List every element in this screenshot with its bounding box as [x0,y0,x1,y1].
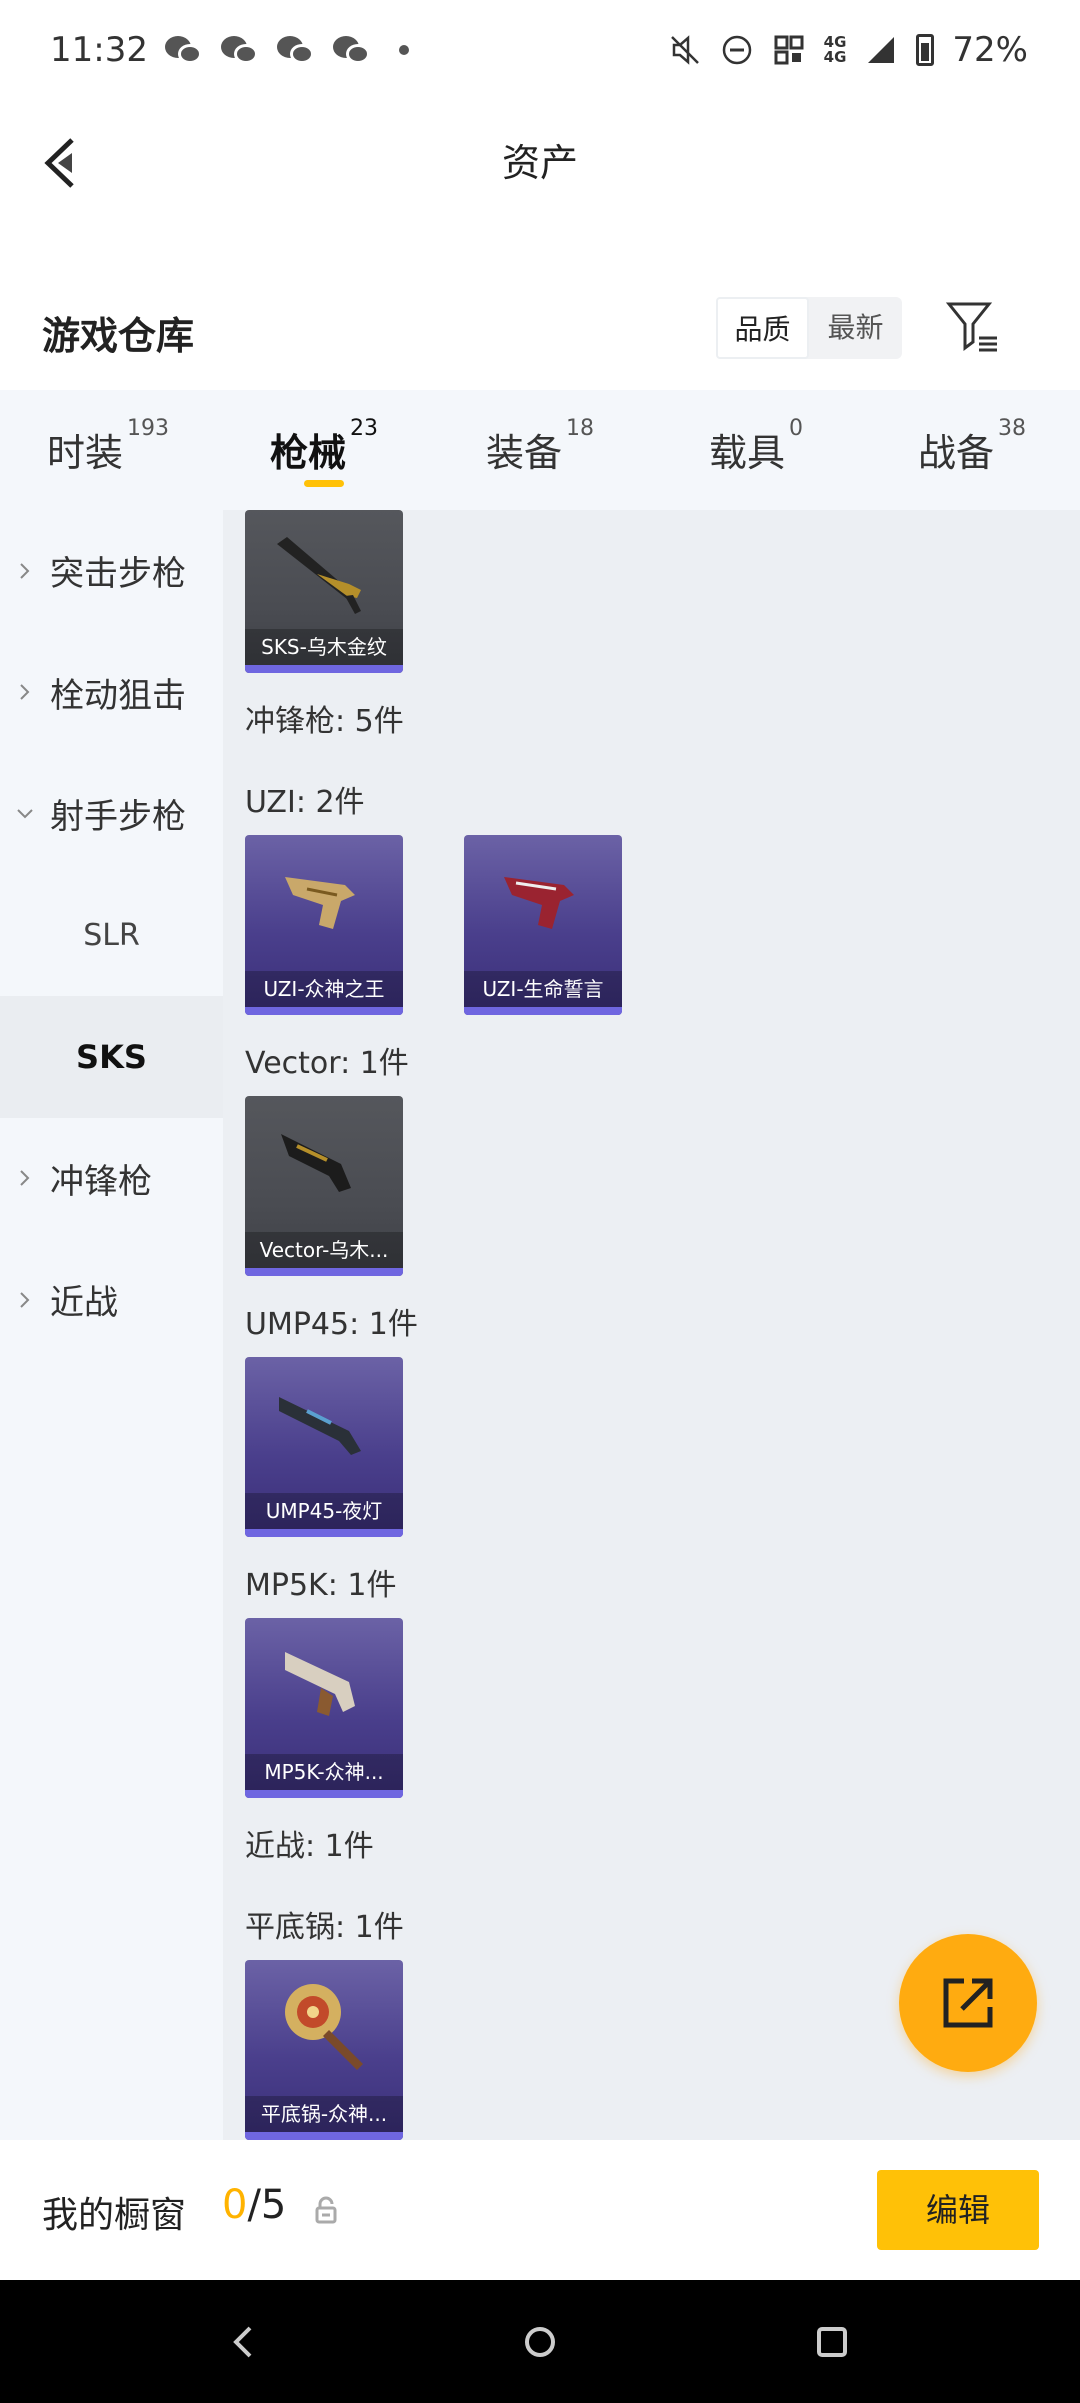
chevron-down-icon [0,805,50,823]
dnd-icon [722,35,751,65]
pan-icon [285,1984,363,2070]
chevron-right-icon [0,1291,50,1309]
edit-button[interactable]: 编辑 [877,2170,1039,2250]
showcase-label: 我的橱窗 [42,2195,187,2236]
more-notifications-icon [399,45,409,55]
tab-vehicles[interactable]: 载具0 [648,390,864,510]
active-tab-indicator [304,480,344,487]
network-type: 4G 4G [823,33,847,66]
nav-back-icon[interactable] [222,2320,266,2364]
chevron-right-icon [0,683,50,701]
weapon-card[interactable]: UMP45-夜灯 [245,1357,403,1537]
smg-icon [281,1134,351,1192]
wechat-icon [165,34,203,66]
rarity-bar [245,665,403,673]
status-time: 11:32 [50,30,148,70]
weapon-card-name: UZI-众神之王 [245,971,403,1007]
category-tabs: 时装193 枪械23 装备18 载具0 战备38 [0,390,1080,510]
group-header-smg: 冲锋枪: 5件 [245,704,404,739]
rarity-bar [245,1790,403,1798]
group-header-ump45: UMP45: 1件 [245,1307,418,1342]
wechat-icon [277,34,315,66]
group-header-uzi: UZI: 2件 [245,785,365,820]
share-button[interactable] [899,1934,1037,2072]
rarity-bar [245,1268,403,1276]
weapon-category-sidebar: 突击步枪 栓动狙击 射手步枪 SLR SKS 冲锋枪 近战 [0,510,223,2140]
pistol-icon [285,877,355,929]
weapon-card[interactable]: UZI-生命誓言 [464,835,622,1015]
rarity-bar [464,1007,622,1015]
showcase-bar: 我的橱窗 0/5 编辑 [0,2140,1080,2280]
weapon-card[interactable]: MP5K-众神... [245,1618,403,1798]
status-bar: 11:32 4G 4G 72% [0,0,1080,110]
weapon-grid: SKS-乌木金纹 冲锋枪: 5件 UZI: 2件 UZI-众神之王 UZI-生命… [223,510,1080,2140]
nfc-icon [774,35,804,65]
sidebar-item-bolt-sniper[interactable]: 栓动狙击 [0,632,223,754]
weapon-card[interactable]: SKS-乌木金纹 [245,510,403,673]
tab-firearms[interactable]: 枪械23 [216,390,432,510]
sort-quality-button[interactable]: 品质 [716,297,809,359]
sidebar-item-dmr[interactable]: 射手步枪 [0,753,223,875]
tab-supplies[interactable]: 战备38 [864,390,1080,510]
sort-latest-button[interactable]: 最新 [809,297,902,359]
weapon-card-name: SKS-乌木金纹 [245,629,403,665]
share-icon [943,1978,993,2028]
filter-icon[interactable] [945,298,1001,354]
weapon-card-name: UZI-生命誓言 [464,971,622,1007]
system-nav-bar [0,2280,1080,2403]
page-title: 资产 [501,141,578,185]
nav-recents-icon[interactable] [810,2320,854,2364]
sidebar-item-smg[interactable]: 冲锋枪 [0,1118,223,1240]
warehouse-header: 游戏仓库 品质 最新 [0,280,1080,390]
chevron-right-icon [0,562,50,580]
section-title: 游戏仓库 [42,314,195,358]
tab-equipment[interactable]: 装备18 [432,390,648,510]
signal-icon [868,37,895,63]
rarity-bar [245,1007,403,1015]
wechat-icon [333,34,371,66]
battery-level: 72% [952,30,1028,70]
lock-icon [315,2196,337,2224]
group-header-vector: Vector: 1件 [245,1046,409,1081]
weapon-card-name: 平底锅-众神... [245,2096,403,2132]
weapon-card[interactable]: UZI-众神之王 [245,835,403,1015]
nav-home-icon[interactable] [518,2320,562,2364]
smg-icon [279,1397,361,1455]
weapon-card-name: Vector-乌木... [245,1232,403,1268]
notification-icons [165,34,409,66]
wechat-icon [221,34,259,66]
chevron-right-icon [0,1169,50,1187]
showcase-count: 0/5 [222,2182,287,2228]
sidebar-item-melee[interactable]: 近战 [0,1239,223,1361]
weapon-card-name: UMP45-夜灯 [245,1493,403,1529]
rarity-bar [245,2132,403,2140]
tab-outfits[interactable]: 时装193 [0,390,216,510]
group-header-mp5k: MP5K: 1件 [245,1568,397,1603]
weapon-card[interactable]: Vector-乌木... [245,1096,403,1276]
app-header: 资产 [0,110,1080,220]
weapon-card[interactable]: 平底锅-众神... [245,1960,403,2140]
mute-icon [670,35,699,65]
group-header-pan: 平底锅: 1件 [245,1910,404,1945]
group-header-melee: 近战: 1件 [245,1829,374,1864]
rarity-bar [245,1529,403,1537]
sidebar-item-sks[interactable]: SKS [0,996,223,1118]
weapon-card-name: MP5K-众神... [245,1754,403,1790]
sort-toggle: 品质 最新 [716,297,902,359]
sidebar-item-slr[interactable]: SLR [0,875,223,997]
rifle-icon [277,537,361,614]
battery-icon [916,34,935,66]
pistol-icon [504,877,574,929]
sidebar-item-assault-rifle[interactable]: 突击步枪 [0,510,223,632]
smg-icon [285,1652,355,1716]
